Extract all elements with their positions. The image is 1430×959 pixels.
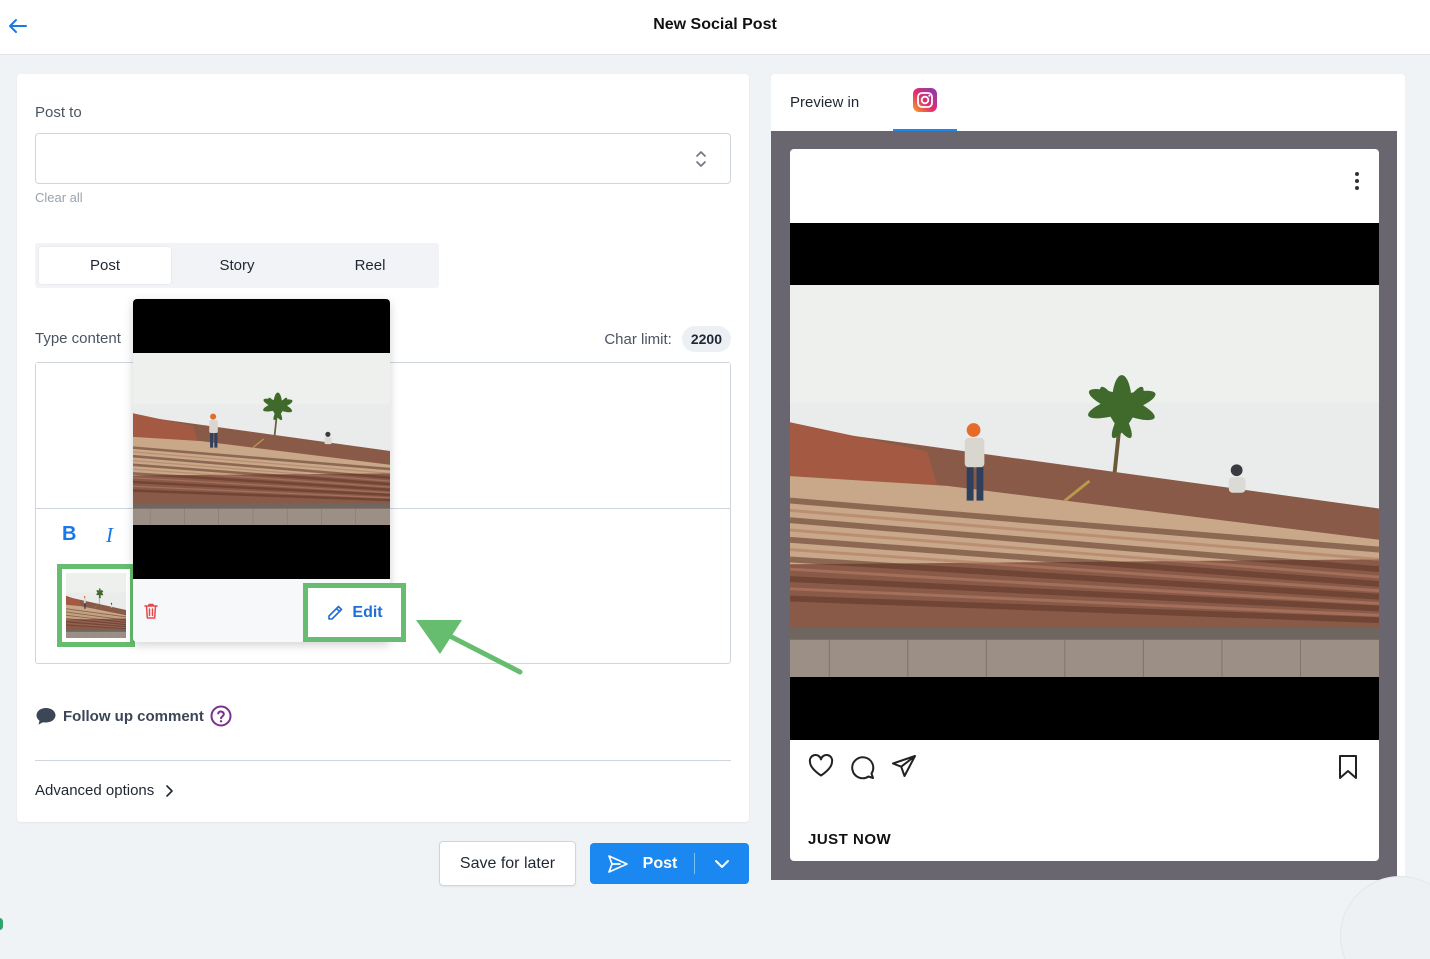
roof-photo bbox=[133, 353, 390, 525]
tab-reel[interactable]: Reel bbox=[305, 247, 435, 284]
roof-photo-preview bbox=[790, 285, 1379, 677]
send-icon bbox=[607, 854, 628, 873]
save-for-later-button[interactable]: Save for later bbox=[439, 841, 576, 886]
chevron-down-icon bbox=[715, 859, 729, 868]
advanced-options-toggle[interactable]: Advanced options bbox=[35, 782, 174, 799]
post-type-tabs: Post Story Reel bbox=[35, 243, 439, 288]
char-limit: Char limit: 2200 bbox=[604, 326, 731, 352]
annotation-arrow-icon bbox=[416, 620, 523, 675]
italic-button[interactable]: I bbox=[106, 523, 113, 548]
status-dot bbox=[0, 918, 3, 930]
clear-all-link[interactable]: Clear all bbox=[35, 190, 83, 205]
preview-label: Preview in bbox=[790, 94, 860, 111]
post-button-group: Post bbox=[590, 843, 749, 884]
heart-icon[interactable] bbox=[808, 754, 834, 778]
thumbnail-image bbox=[66, 573, 126, 638]
follow-up-comment[interactable]: Follow up comment bbox=[35, 705, 232, 727]
bold-button[interactable]: B bbox=[62, 523, 76, 546]
post-options-dropdown[interactable] bbox=[695, 843, 749, 884]
post-timestamp: JUST NOW bbox=[808, 831, 892, 848]
instagram-post-preview: JUST NOW bbox=[790, 149, 1379, 861]
post-image bbox=[790, 223, 1379, 740]
help-circle-icon[interactable] bbox=[210, 705, 232, 727]
pencil-icon bbox=[328, 605, 343, 620]
post-actions bbox=[790, 754, 1379, 784]
preview-frame: JUST NOW bbox=[771, 131, 1397, 880]
tab-post[interactable]: Post bbox=[39, 247, 171, 284]
post-to-select[interactable] bbox=[35, 133, 731, 184]
post-button-label: Post bbox=[642, 854, 678, 872]
advanced-options-label: Advanced options bbox=[35, 782, 155, 799]
char-limit-label: Char limit: bbox=[604, 330, 672, 348]
type-content-label: Type content bbox=[35, 330, 121, 347]
post-button[interactable]: Post bbox=[590, 843, 694, 884]
divider bbox=[35, 760, 731, 761]
more-vertical-icon[interactable] bbox=[1353, 171, 1361, 191]
popover-image bbox=[133, 299, 390, 579]
chevron-up-down-icon bbox=[696, 151, 706, 167]
media-thumbnail[interactable] bbox=[57, 564, 135, 647]
chevron-right-icon bbox=[166, 784, 174, 797]
corner-widget bbox=[1340, 876, 1430, 959]
comment-icon[interactable] bbox=[849, 754, 875, 780]
follow-up-label: Follow up comment bbox=[63, 707, 204, 725]
tab-story[interactable]: Story bbox=[172, 247, 302, 284]
preview-card: Preview in JUST NOW bbox=[771, 74, 1405, 880]
instagram-icon bbox=[913, 88, 937, 112]
edit-label: Edit bbox=[352, 603, 383, 621]
bookmark-icon[interactable] bbox=[1337, 754, 1359, 780]
share-icon[interactable] bbox=[891, 754, 917, 778]
trash-icon[interactable] bbox=[143, 602, 159, 620]
edit-media-button[interactable]: Edit bbox=[303, 583, 406, 642]
top-bar: New Social Post bbox=[0, 0, 1430, 55]
chat-bubble-icon bbox=[36, 708, 56, 725]
post-to-label: Post to bbox=[35, 104, 82, 121]
page-title: New Social Post bbox=[653, 16, 777, 33]
char-limit-badge: 2200 bbox=[681, 326, 731, 352]
tab-instagram-preview[interactable] bbox=[893, 74, 957, 131]
